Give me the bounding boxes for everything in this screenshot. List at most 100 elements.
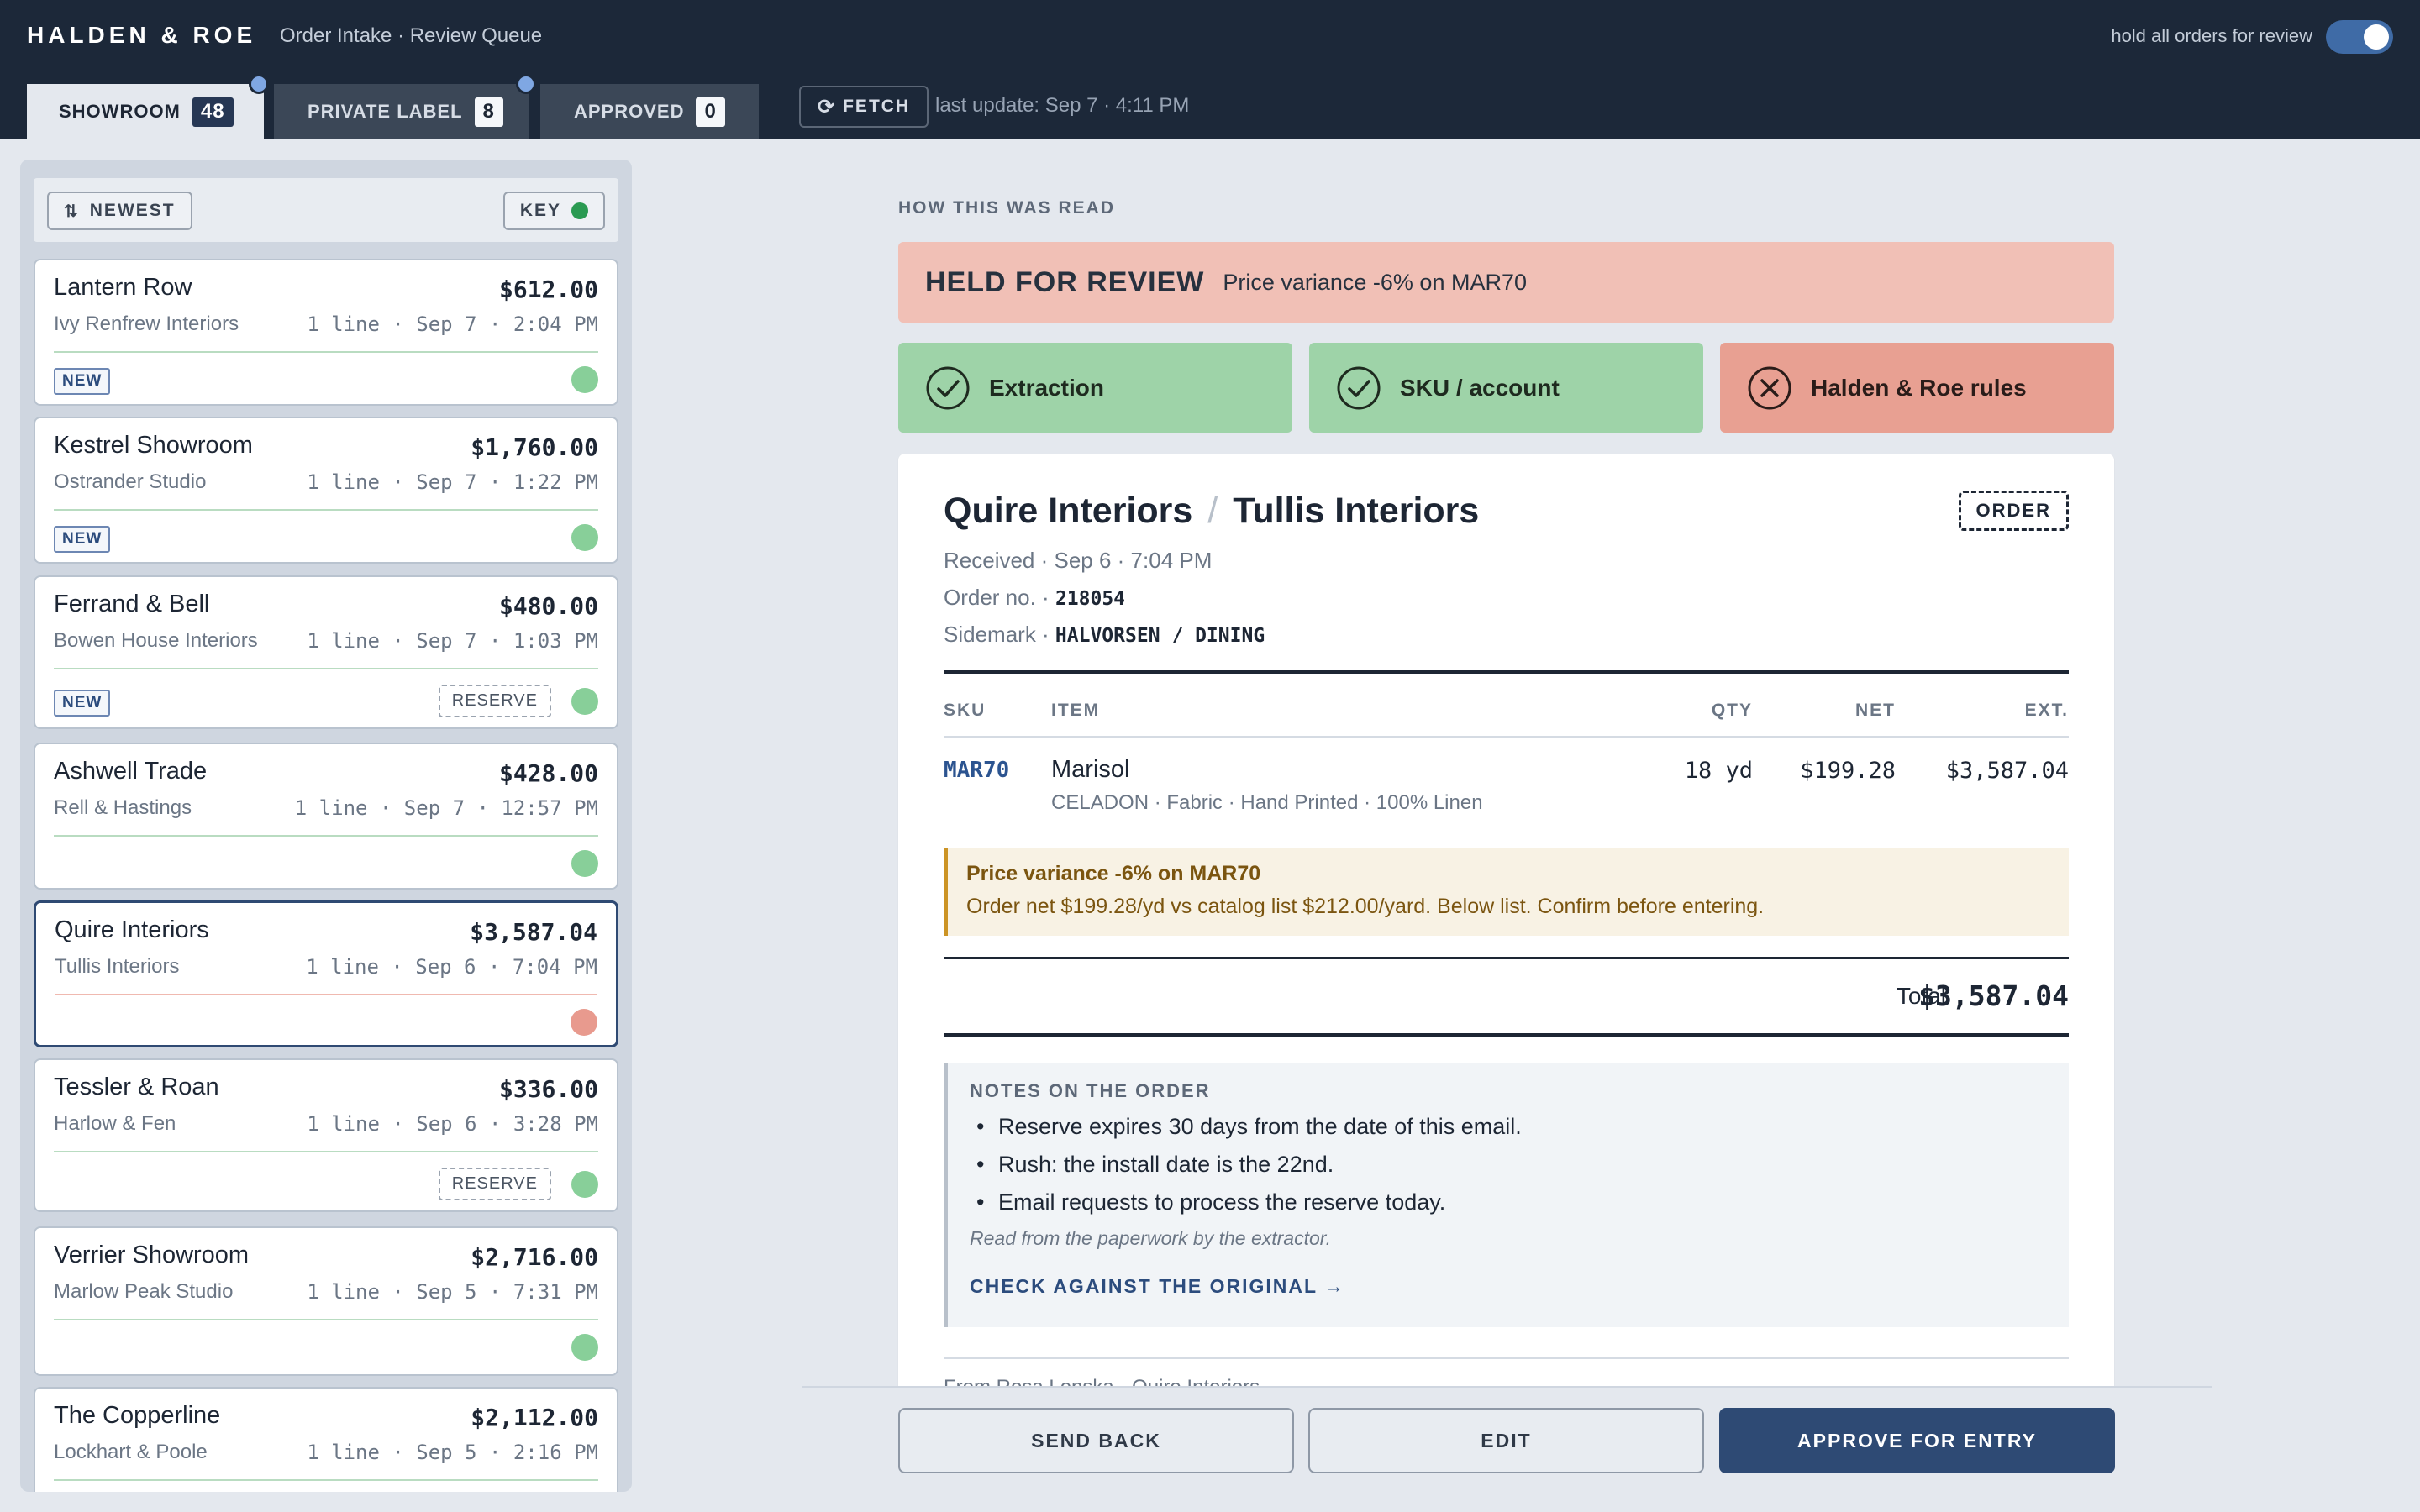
status-dot-icon [571, 524, 598, 551]
total-value: $3,587.04 [1918, 979, 2069, 1012]
notes-source: Read from the paperwork by the extractor… [970, 1227, 1331, 1249]
order-ship-to: Lockhart & Poole [54, 1441, 208, 1463]
status-dot-icon [571, 1171, 598, 1198]
card-divider [54, 509, 598, 511]
divider [944, 736, 2069, 738]
order-card[interactable]: Ashwell Trade $428.00 Rell & Hastings 1 … [34, 743, 618, 890]
order-ship-to: Harlow & Fen [54, 1112, 176, 1135]
col-sku: SKU [944, 701, 986, 720]
order-customer: The Copperline [54, 1402, 221, 1429]
order-customer: Kestrel Showroom [54, 432, 253, 459]
tab-showroom[interactable]: SHOWROOM 48 [27, 74, 269, 139]
order-tag: ORDER [1958, 491, 2069, 531]
notes-title: NOTES ON THE ORDER [970, 1080, 1211, 1101]
line-net: $199.28 [1800, 758, 1896, 784]
fetch-button[interactable]: ⟳ FETCH [799, 86, 929, 128]
check-label: Extraction [989, 374, 1104, 401]
order-meta: 1 line · Sep 7 · 12:57 PM [294, 796, 598, 820]
variance-body: Order net $199.28/yd vs catalog list $21… [966, 895, 1765, 918]
order-amount: $2,716.00 [471, 1243, 598, 1271]
order-card[interactable]: Tessler & Roan $336.00 Harlow & Fen 1 li… [34, 1058, 618, 1212]
key-button[interactable]: KEY [502, 192, 605, 230]
note-item: Rush: the install date is the 22nd. [970, 1152, 2047, 1178]
card-divider [54, 835, 598, 837]
order-amount: $336.00 [498, 1075, 598, 1103]
divider [944, 670, 2069, 674]
line-sku[interactable]: MAR70 [944, 758, 1009, 783]
card-divider [54, 668, 598, 669]
order-customer: Tessler & Roan [54, 1074, 219, 1100]
line-qty: 18 yd [1684, 758, 1753, 784]
doc-ship-to: Tullis Interiors [1233, 491, 1480, 531]
hold-orders-toggle[interactable] [2326, 20, 2393, 54]
held-banner: HELD FOR REVIEW Price variance -6% on MA… [898, 242, 2114, 323]
check-original-link[interactable]: CHECK AGAINST THE ORIGINAL → [970, 1275, 1345, 1298]
order-customer: Verrier Showroom [54, 1242, 250, 1268]
order-notes: NOTES ON THE ORDER Reserve expires 30 da… [944, 1063, 2069, 1327]
action-bar: SEND BACK EDIT APPROVE FOR ENTRY [802, 1386, 2212, 1492]
edit-button[interactable]: EDIT [1308, 1408, 1704, 1473]
order-no-label: Order no. · [944, 585, 1055, 610]
doc-separator: / [1207, 491, 1218, 531]
divider [944, 1357, 2069, 1359]
divider [944, 1033, 2069, 1037]
order-card[interactable]: Verrier Showroom $2,716.00 Marlow Peak S… [34, 1226, 618, 1376]
order-customer: Ashwell Trade [54, 758, 208, 785]
sort-arrows-icon: ⇅ [64, 202, 80, 221]
order-meta: 1 line · Sep 7 · 1:22 PM [307, 470, 598, 494]
key-label: KEY [519, 201, 561, 220]
order-card[interactable]: Lantern Row $612.00 Ivy Renfrew Interior… [34, 259, 618, 406]
notes-list: Reserve expires 30 days from the date of… [970, 1114, 2047, 1215]
check-circle-icon [1337, 366, 1381, 409]
order-card[interactable]: Kestrel Showroom $1,760.00 Ostrander Stu… [34, 417, 618, 564]
held-title: HELD FOR REVIEW [925, 265, 1205, 298]
card-divider [54, 1479, 598, 1481]
tab-private-label[interactable]: PRIVATE LABEL 8 [274, 74, 536, 139]
tab-count: 48 [192, 97, 234, 127]
order-customer: Ferrand & Bell [54, 591, 210, 617]
check-house-rules: Halden & Roe rules [1720, 343, 2114, 433]
order-list-panel: ⇅ NEWEST KEY Lantern Row $612.00 Ivy Ren… [20, 160, 632, 1492]
order-card[interactable]: The Copperline $2,112.00 Lockhart & Pool… [34, 1387, 618, 1492]
key-dot-icon [571, 202, 588, 219]
refresh-icon: ⟳ [818, 95, 837, 118]
order-no-value: 218054 [1055, 588, 1126, 610]
divider [944, 957, 2069, 959]
status-dot-icon [571, 850, 598, 877]
toggle-knob [2364, 24, 2389, 50]
order-card-selected[interactable]: Quire Interiors $3,587.04 Tullis Interio… [34, 900, 618, 1047]
note-item: Reserve expires 30 days from the date of… [970, 1114, 2047, 1140]
send-back-button[interactable]: SEND BACK [898, 1408, 1294, 1473]
order-amount: $2,112.00 [471, 1404, 598, 1431]
col-ext: EXT. [2024, 701, 2069, 720]
section-label: HOW THIS WAS READ [898, 198, 1115, 218]
col-qty: QTY [1711, 701, 1753, 720]
status-dot-icon [571, 688, 598, 715]
order-meta: 1 line · Sep 7 · 1:03 PM [307, 629, 598, 653]
x-circle-icon [1748, 366, 1791, 409]
sidemark-line: Sidemark · HALVORSEN / DINING [944, 622, 1265, 648]
approve-button[interactable]: APPROVE FOR ENTRY [1719, 1408, 2115, 1473]
note-item: Email requests to process the reserve to… [970, 1189, 2047, 1215]
sort-newest-button[interactable]: ⇅ NEWEST [47, 192, 192, 230]
order-meta: 1 line · Sep 5 · 7:31 PM [307, 1280, 598, 1304]
check-extraction: Extraction [898, 343, 1292, 433]
fetch-label: FETCH [843, 97, 911, 116]
tab-approved[interactable]: APPROVED 0 [540, 84, 759, 139]
order-document: Quire Interiors / Tullis Interiors ORDER… [898, 454, 2114, 1394]
order-amount: $480.00 [498, 592, 598, 620]
order-card[interactable]: Ferrand & Bell $480.00 Bowen House Inter… [34, 575, 618, 729]
line-item-name: Marisol [1051, 756, 1130, 783]
order-no-line: Order no. · 218054 [944, 585, 1125, 611]
order-amount: $428.00 [498, 759, 598, 787]
variance-title: Price variance -6% on MAR70 [966, 862, 1261, 885]
variance-alert: Price variance -6% on MAR70 Order net $1… [944, 848, 2069, 936]
received-line: Received · Sep 6 · 7:04 PM [944, 548, 1213, 573]
list-toolbar: ⇅ NEWEST KEY [34, 178, 618, 242]
hold-orders-label: hold all orders for review [2111, 25, 2312, 46]
check-label: Halden & Roe rules [1811, 374, 2027, 401]
order-ship-to: Ivy Renfrew Interiors [54, 312, 239, 335]
order-customer: Quire Interiors [55, 916, 209, 943]
order-amount: $1,760.00 [471, 433, 598, 461]
new-badge: NEW [54, 368, 111, 395]
